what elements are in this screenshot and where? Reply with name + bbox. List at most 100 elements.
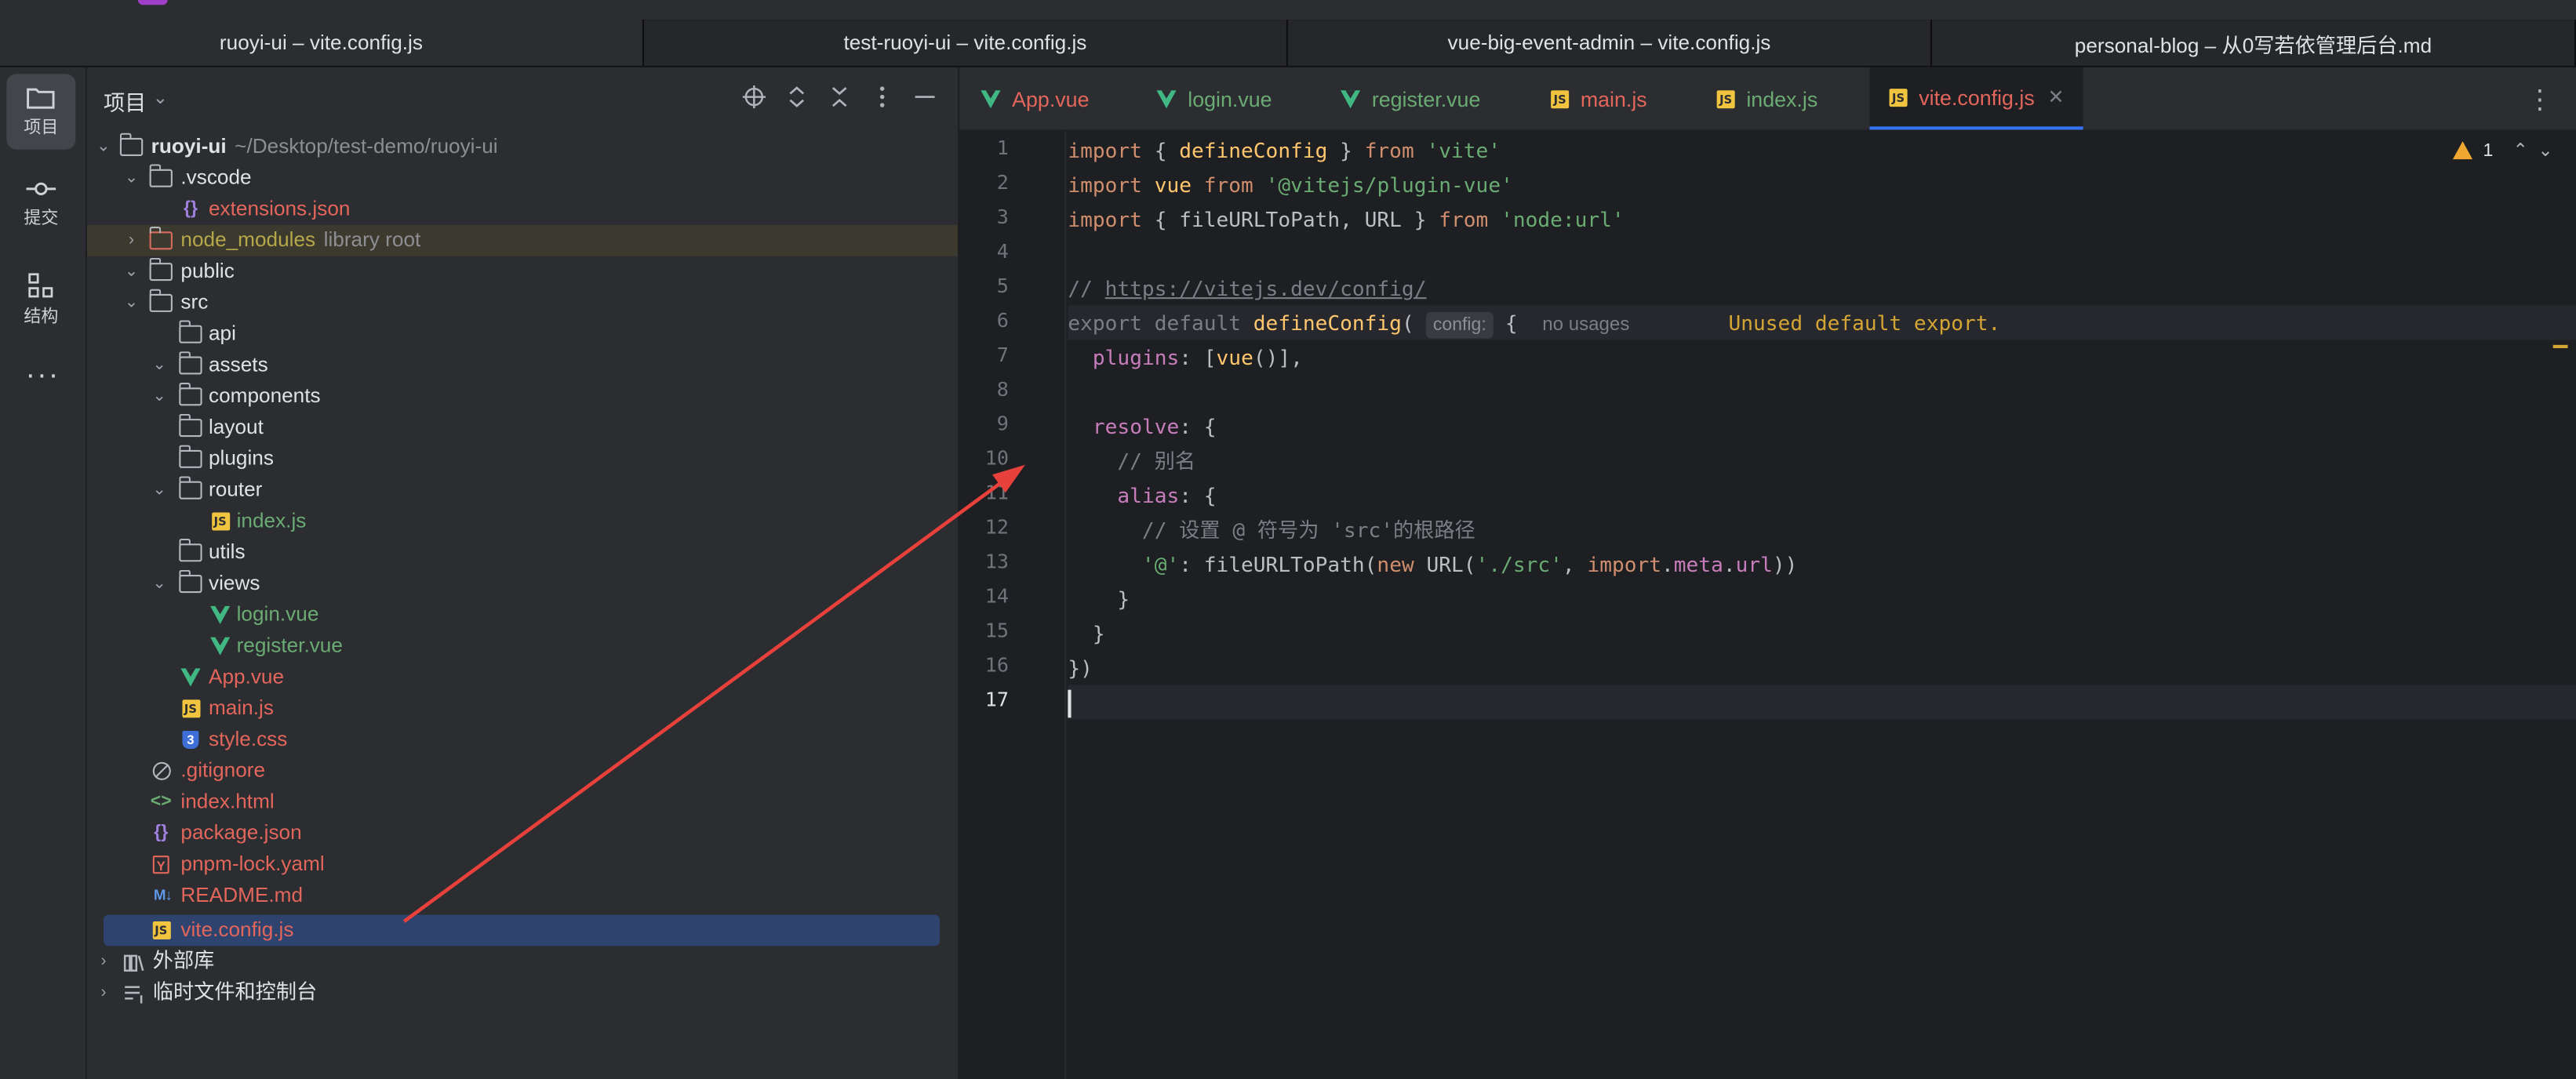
options-kebab-icon[interactable] xyxy=(869,84,896,111)
code-line-14[interactable]: } xyxy=(1068,581,2576,616)
activity-structure-button[interactable]: 结构 xyxy=(6,263,75,338)
tree-item-label: pnpm-lock.yaml xyxy=(180,852,325,876)
code-line-9[interactable]: resolve: { xyxy=(1068,409,2576,444)
tree-item-components[interactable]: ⌄ components xyxy=(87,381,958,412)
chevron-down-icon[interactable]: ⌄ xyxy=(151,350,168,381)
tree-item-label: login.vue xyxy=(236,602,319,626)
code-line-8[interactable] xyxy=(1068,375,2576,409)
ide-window: ruoyi-ui – vite.config.js test-ruoyi-ui … xyxy=(0,0,2576,1079)
tree-item-layout[interactable]: layout xyxy=(87,412,958,444)
chevron-down-icon[interactable]: ⌄ xyxy=(151,474,168,506)
tree-item-utils[interactable]: utils xyxy=(87,537,958,569)
code-line-4[interactable] xyxy=(1068,237,2576,271)
chevron-right-icon[interactable]: › xyxy=(123,225,140,256)
tree-item-ruoyi-ui[interactable]: ⌄ ruoyi-ui ~/Desktop/test-demo/ruoyi-ui xyxy=(87,132,958,163)
code-line-7[interactable]: plugins: [vue()], xyxy=(1068,340,2576,375)
code-line-10[interactable]: // 别名 xyxy=(1068,443,2576,478)
chevron-right-icon[interactable]: › xyxy=(95,946,111,977)
more-tools-icon[interactable]: ··· xyxy=(0,358,86,393)
tree-item-main-js[interactable]: JS main.js xyxy=(87,693,958,725)
tree-item-node-modules[interactable]: › node_modules library root xyxy=(87,224,959,256)
chevron-down-icon[interactable]: ⌄ xyxy=(153,87,168,108)
chevron-down-icon[interactable]: ⌄ xyxy=(151,381,168,412)
tree-item-router[interactable]: ⌄ router xyxy=(87,474,958,506)
editor-tab-vite-config-js[interactable]: JS vite.config.js ✕ xyxy=(1869,67,2084,130)
tree-item-api[interactable]: api xyxy=(87,318,958,350)
line-number: 14 xyxy=(984,584,1009,608)
project-panel-title[interactable]: 项目 xyxy=(104,85,146,117)
collapse-all-icon[interactable] xyxy=(826,84,853,111)
editor-tab-register-vue[interactable]: register.vue xyxy=(1341,67,1480,130)
tab-options-kebab-icon[interactable]: ⋮ xyxy=(2527,84,2553,117)
window-tab-vue-big-event-admin[interactable]: vue-big-event-admin – vite.config.js xyxy=(1288,20,1933,66)
tree-item-label: style.css xyxy=(208,727,288,751)
code-line-5[interactable]: // https://vitejs.dev/config/ xyxy=(1068,271,2576,306)
chevron-down-icon[interactable]: ⌄ xyxy=(123,162,140,194)
code-line-13[interactable]: '@': fileURLToPath(new URL('./src', impo… xyxy=(1068,547,2576,581)
chevron-down-icon[interactable]: ⌄ xyxy=(123,256,140,288)
activity-project-button[interactable]: 项目 xyxy=(6,74,76,150)
tree-item-app-vue[interactable]: App.vue xyxy=(87,662,958,693)
tree-item-style-css[interactable]: 3 style.css xyxy=(87,725,958,756)
tree-item-label: ruoyi-ui xyxy=(151,134,227,158)
code-line-12[interactable]: // 设置 @ 符号为 'src'的根路径 xyxy=(1068,512,2576,547)
activity-commit-button[interactable]: 提交 xyxy=(6,166,75,242)
html-icon: <> xyxy=(150,791,172,812)
editor-tab-login-vue[interactable]: login.vue xyxy=(1156,67,1272,130)
line-number: 5 xyxy=(996,274,1009,298)
tree-item-readme[interactable]: M↓ README.md xyxy=(87,881,958,912)
tree-item-label: api xyxy=(208,322,236,345)
line-number: 15 xyxy=(984,619,1009,642)
usage-hint[interactable]: no usages xyxy=(1542,315,1629,335)
folder-icon xyxy=(178,413,202,438)
tree-item-extensions-json[interactable]: {} extensions.json xyxy=(87,194,958,225)
window-tab-personal-blog[interactable]: personal-blog – 从0写若依管理后台.md xyxy=(1932,20,2576,66)
tree-item-register-vue[interactable]: register.vue xyxy=(87,630,958,662)
hide-panel-icon[interactable] xyxy=(911,84,938,111)
tree-item-public[interactable]: ⌄ public xyxy=(87,256,958,288)
code-line-17[interactable] xyxy=(1068,685,2576,720)
tree-item-plugins[interactable]: plugins xyxy=(87,443,958,474)
tree-item-label: App.vue xyxy=(208,665,285,688)
window-tab-test-ruoyi-ui[interactable]: test-ruoyi-ui – vite.config.js xyxy=(644,20,1289,66)
code-line-16[interactable]: }) xyxy=(1068,650,2576,685)
tree-item-login-vue[interactable]: login.vue xyxy=(87,599,958,630)
line-number: 2 xyxy=(996,170,1009,194)
chevron-right-icon[interactable]: › xyxy=(95,977,111,1008)
tree-item-label: .gitignore xyxy=(180,758,266,782)
tree-item-package-json[interactable]: {} package.json xyxy=(87,818,958,849)
tree-item-router-index-js[interactable]: JS index.js xyxy=(87,506,958,537)
expand-all-icon[interactable] xyxy=(784,84,810,111)
locate-file-icon[interactable] xyxy=(741,84,768,111)
code-line-6[interactable]: export default defineConfig( config: { n… xyxy=(1068,305,2576,340)
code-line-11[interactable]: alias: { xyxy=(1068,478,2576,512)
line-number: 6 xyxy=(996,308,1009,332)
yaml-icon: Y xyxy=(150,854,173,875)
tree-item-pnpm-lock[interactable]: Y pnpm-lock.yaml xyxy=(87,849,958,881)
tree-item-vscode[interactable]: ⌄ .vscode xyxy=(87,162,958,194)
tree-item-index-html[interactable]: <> index.html xyxy=(87,787,958,818)
editor-tab-index-js[interactable]: JS index.js xyxy=(1716,67,1817,130)
tree-item-views[interactable]: ⌄ views xyxy=(87,569,958,600)
line-number-current: 17 xyxy=(984,688,1009,711)
tree-item-assets[interactable]: ⌄ assets xyxy=(87,350,958,381)
tree-item-vite-config-selected[interactable]: JS vite.config.js xyxy=(103,914,940,946)
tree-item-label: node_modules xyxy=(180,228,316,252)
chevron-down-icon[interactable]: ⌄ xyxy=(95,132,111,163)
chevron-down-icon[interactable]: ⌄ xyxy=(123,288,140,319)
code-line-3[interactable]: import { fileURLToPath, URL } from 'node… xyxy=(1068,202,2576,237)
window-tab-ruoyi-ui[interactable]: ruoyi-ui – vite.config.js xyxy=(0,20,645,66)
code-line-15[interactable]: } xyxy=(1068,616,2576,650)
close-icon[interactable]: ✕ xyxy=(2048,85,2065,108)
tree-item-src[interactable]: ⌄ src xyxy=(87,288,958,319)
chevron-down-icon[interactable]: ⌄ xyxy=(151,569,168,600)
tree-item-scratches[interactable]: › 临时文件和控制台 xyxy=(87,977,958,1008)
editor-tab-app-vue[interactable]: App.vue xyxy=(981,67,1090,130)
editor-tab-main-js[interactable]: JS main.js xyxy=(1551,67,1647,130)
tree-item-gitignore[interactable]: .gitignore xyxy=(87,755,958,787)
tree-item-external-libraries[interactable]: › 外部库 xyxy=(87,946,958,977)
code-line-2[interactable]: import vue from '@vitejs/plugin-vue' xyxy=(1068,168,2576,202)
code-line-1[interactable]: import { defineConfig } from 'vite' xyxy=(1068,133,2576,168)
folder-icon xyxy=(148,164,173,189)
js-icon: JS xyxy=(209,510,231,532)
